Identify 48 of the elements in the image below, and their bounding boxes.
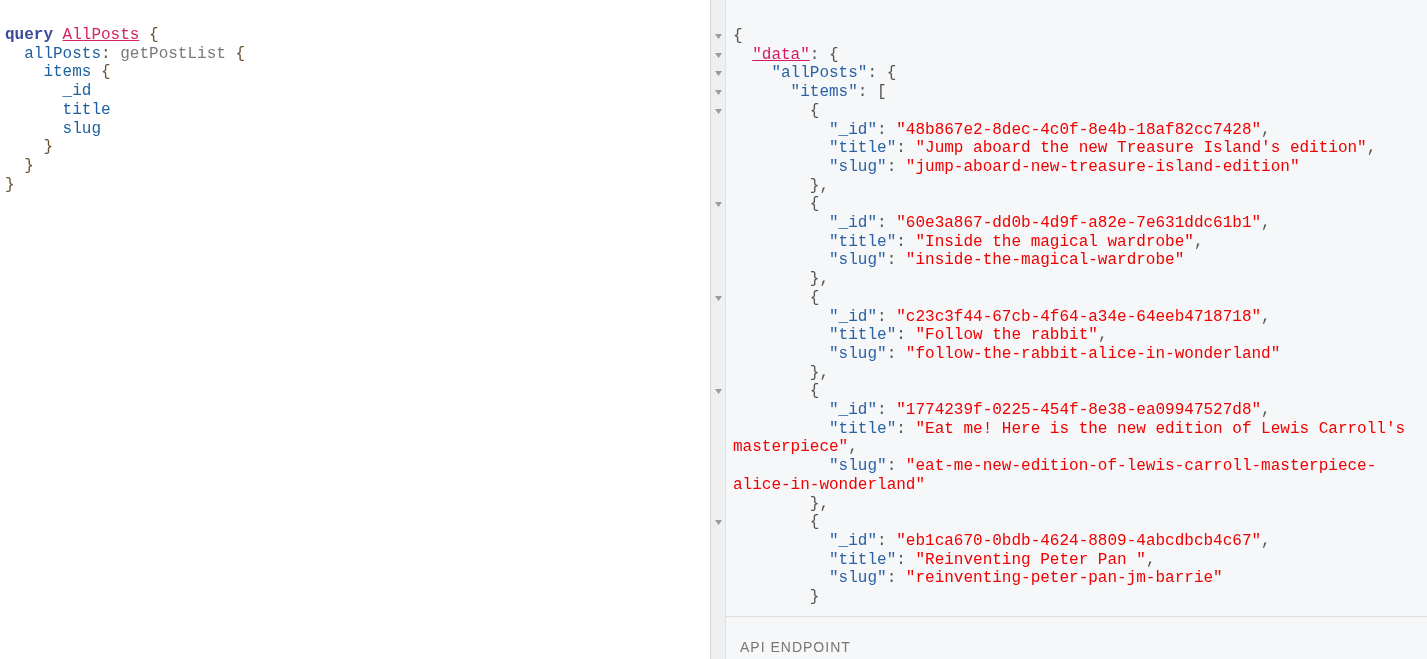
code-line: "_id": "1774239f-0225-454f-8e38-ea09947527d8",: [829, 401, 1271, 420]
code-line: {: [809, 101, 820, 120]
code-line: {: [733, 27, 743, 45]
code-line: "slug": "eat-me-new-edition-of-lewis-carroll-masterpiece-alice-in-wonderland": [733, 457, 1377, 494]
code-line: }: [5, 175, 15, 194]
caret-down-icon[interactable]: [714, 389, 722, 395]
code-line: "_id": "48b867e2-8dec-4c0f-8e4b-18af82cc7428",: [829, 120, 1271, 139]
caret-down-icon[interactable]: [714, 33, 722, 39]
code-line: }: [809, 588, 820, 607]
code-line: "slug": "inside-the-magical-wardrobe": [829, 251, 1185, 270]
code-line: "title": "Jump aboard the new Treasure Island's edition",: [829, 139, 1377, 158]
code-line: "_id": "60e3a867-dd0b-4d9f-a82e-7e631ddc61b1",: [829, 214, 1271, 233]
code-line: _id: [62, 82, 92, 101]
code-line: "title": "Reinventing Peter Pan ",: [829, 550, 1156, 569]
code-line: "_id": "eb1ca670-0bdb-4624-8809-4abcdbcb4c67",: [829, 532, 1271, 550]
code-line: "title": "Inside the magical wardrobe",: [829, 232, 1204, 251]
code-line: },: [809, 270, 829, 289]
code-line: },: [809, 176, 829, 195]
code-line: {: [809, 382, 820, 401]
caret-down-icon[interactable]: [714, 202, 722, 208]
caret-down-icon[interactable]: [714, 108, 722, 114]
code-line: "title": "Eat me! Here is the new edition of Lewis Carroll's masterpiece",: [733, 419, 1407, 457]
caret-down-icon[interactable]: [714, 295, 722, 301]
code-line: "slug": "follow-the-rabbit-alice-in-wonderland": [829, 344, 1281, 363]
code-line: "title": "Follow the rabbit",: [829, 326, 1108, 345]
code-line: "allPosts": {: [771, 64, 897, 83]
code-line: items {: [43, 63, 111, 82]
code-line: "_id": "c23c3f44-67cb-4f64-a34e-64eeb4718718",: [829, 307, 1271, 326]
api-endpoint-label: API ENDPOINT: [740, 639, 851, 655]
caret-down-icon[interactable]: [714, 520, 722, 526]
code-line: "data": {: [752, 45, 839, 64]
code-line: "items": [: [790, 83, 887, 102]
code-line: {: [809, 195, 820, 214]
code-line: "slug": "jump-aboard-new-treasure-island-edition": [829, 157, 1300, 176]
code-line: },: [809, 363, 829, 382]
code-line: query AllPosts {: [5, 26, 159, 44]
code-line: {: [809, 288, 820, 307]
code-line: }: [24, 156, 34, 175]
caret-down-icon[interactable]: [714, 52, 722, 58]
code-line: {: [809, 513, 820, 532]
caret-down-icon[interactable]: [714, 89, 722, 95]
code-line: allPosts: getPostList {: [24, 44, 246, 63]
code-line: slug: [62, 119, 101, 138]
caret-down-icon[interactable]: [714, 71, 722, 77]
code-line: },: [809, 494, 829, 513]
code-line: }: [43, 138, 53, 157]
code-line: title: [62, 100, 111, 119]
code-line: "slug": "reinventing-peter-pan-jm-barrie": [829, 569, 1223, 588]
